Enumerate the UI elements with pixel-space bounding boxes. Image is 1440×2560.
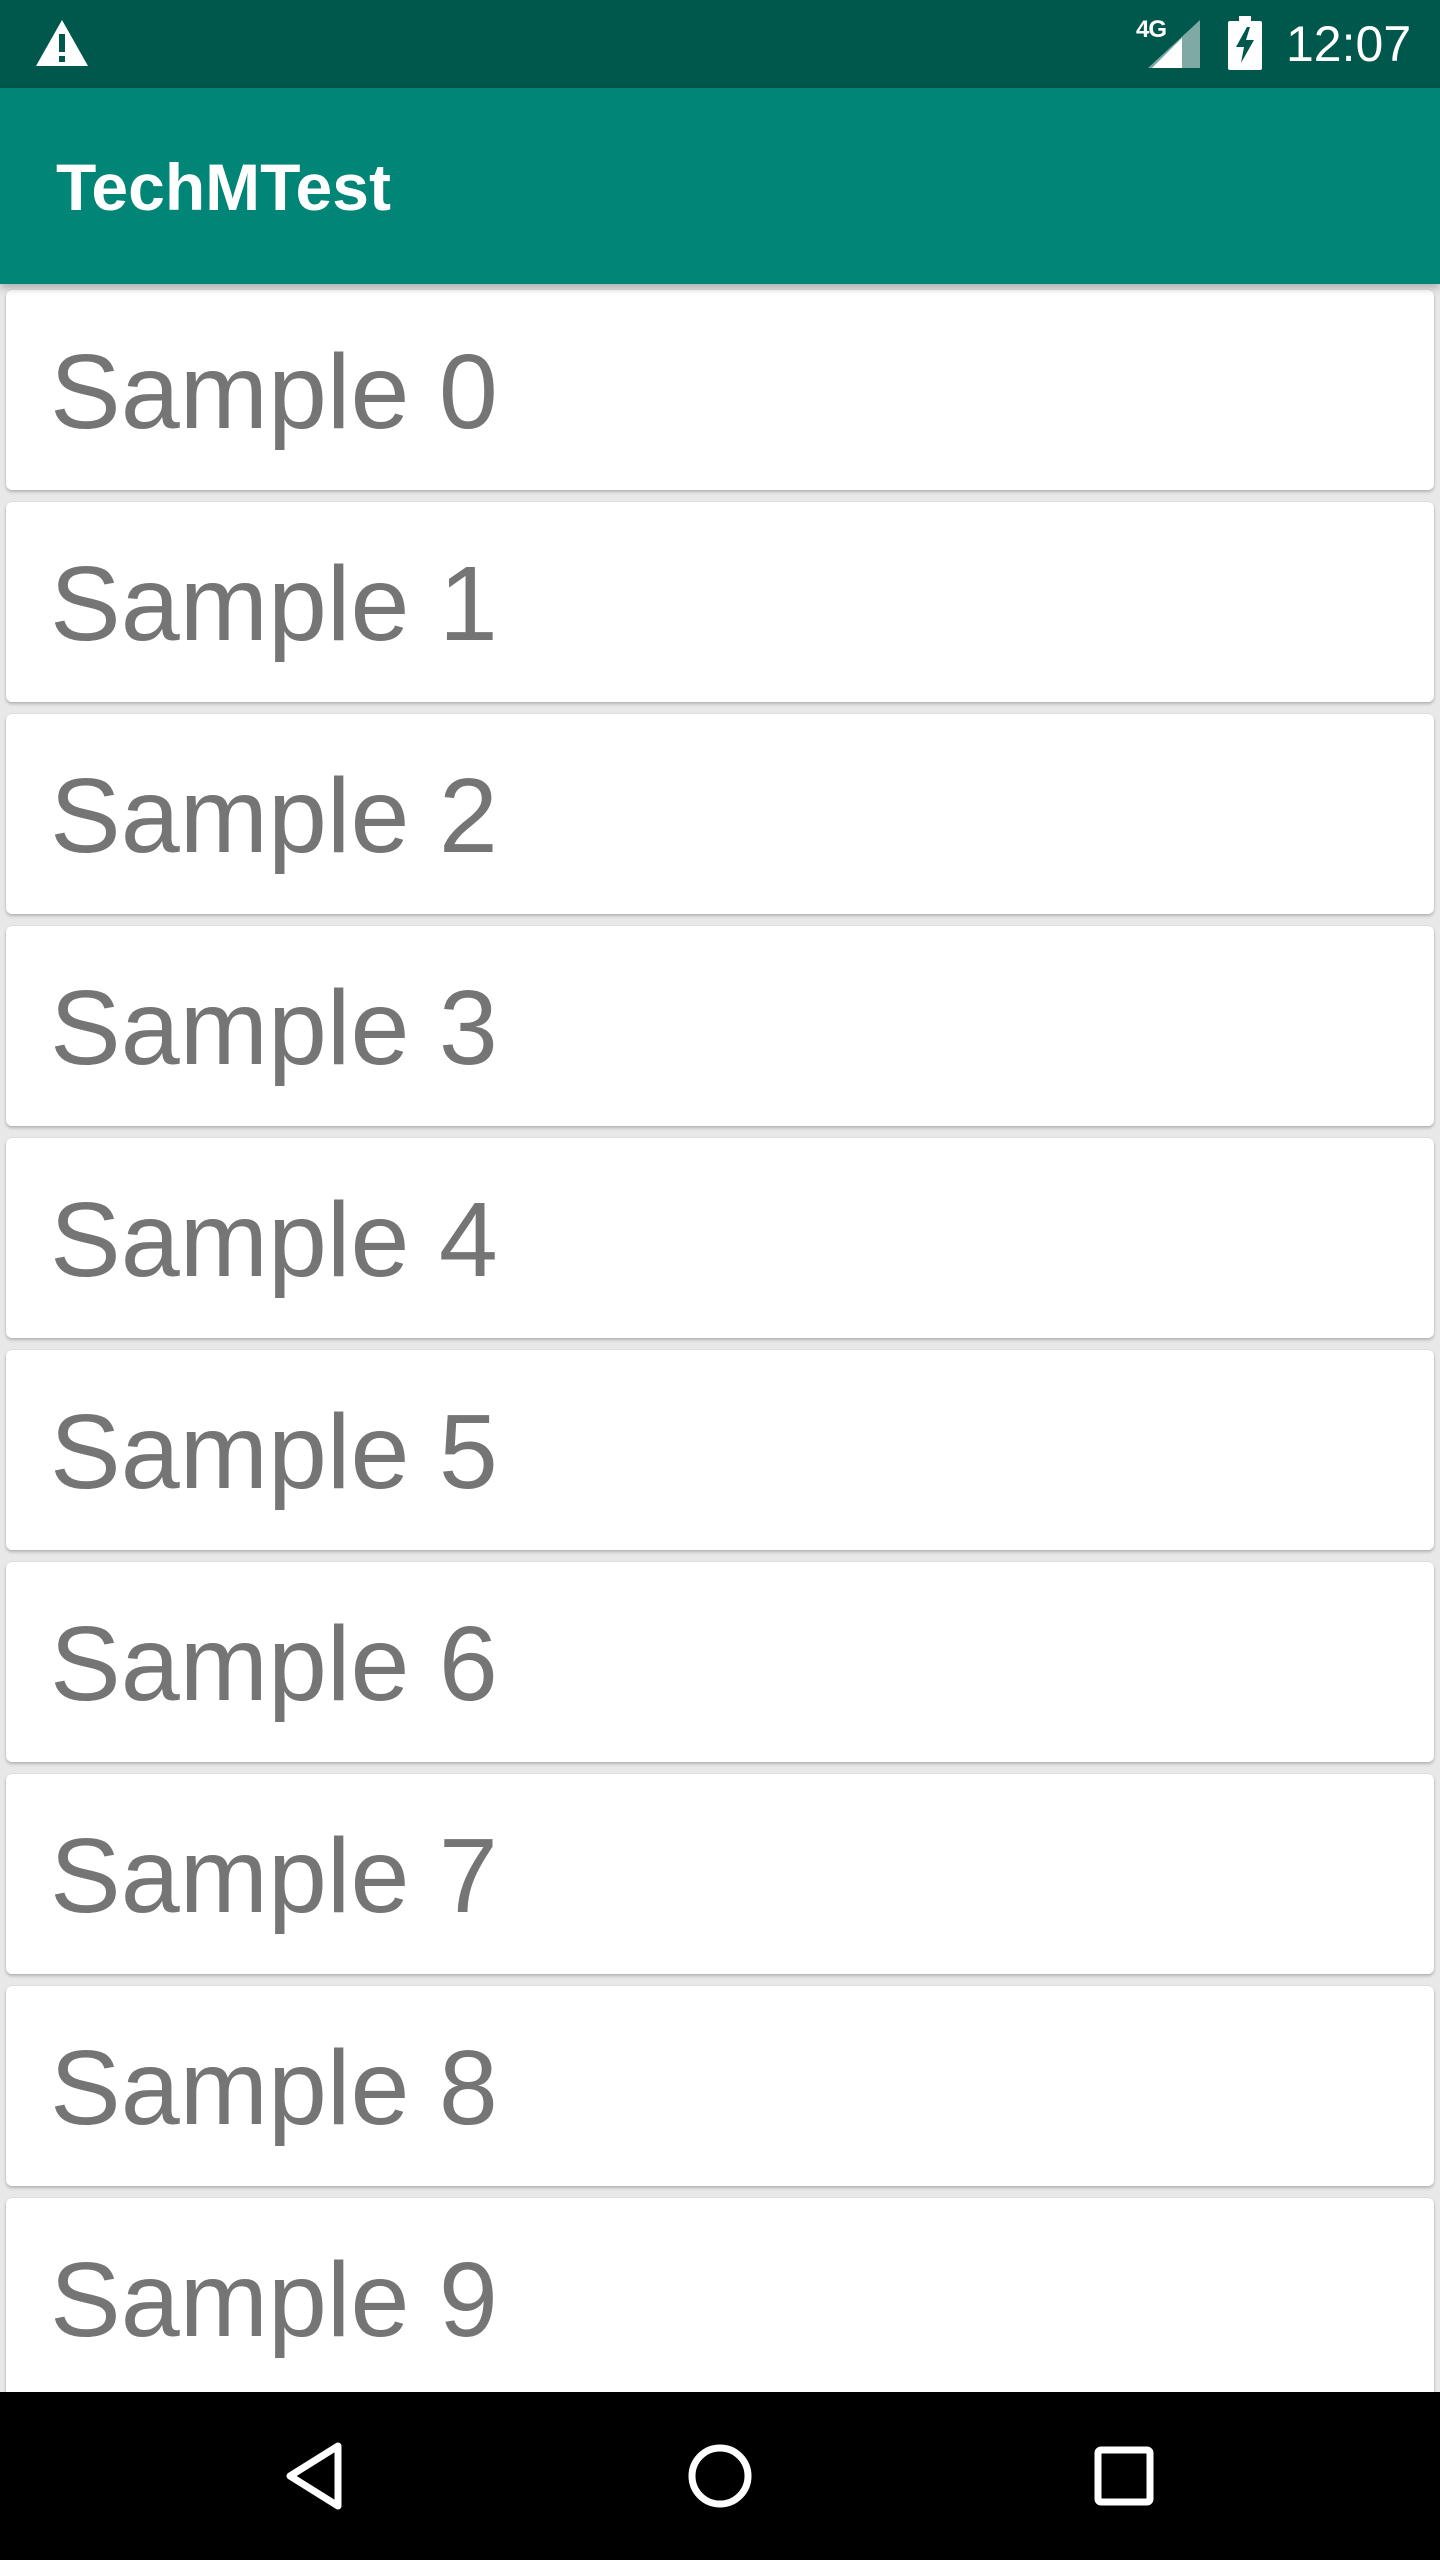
list-item[interactable]: Sample 5 (6, 1350, 1434, 1550)
list-item-label: Sample 5 (50, 1393, 498, 1511)
warning-icon (36, 20, 88, 66)
signal-icon (1148, 20, 1200, 68)
back-icon[interactable] (266, 2426, 366, 2526)
list-item[interactable]: Sample 9 (6, 2198, 1434, 2392)
sample-list[interactable]: Sample 0 Sample 1 Sample 2 Sample 3 Samp… (0, 284, 1440, 2392)
battery-charging-icon (1228, 16, 1262, 70)
screen: 4G 12:07 TechMTest Sample 0 Sample 1 Sam… (0, 0, 1440, 2560)
list-item[interactable]: Sample 1 (6, 502, 1434, 702)
app-bar: TechMTest (0, 88, 1440, 284)
status-clock: 12:07 (1286, 16, 1412, 72)
list-item-label: Sample 1 (50, 545, 498, 663)
home-icon[interactable] (670, 2426, 770, 2526)
list-item-label: Sample 6 (50, 1605, 498, 1723)
list-item-label: Sample 7 (50, 1817, 498, 1935)
list-item[interactable]: Sample 4 (6, 1138, 1434, 1338)
list-item-label: Sample 9 (50, 2241, 498, 2359)
navigation-bar (0, 2392, 1440, 2560)
list-item-label: Sample 0 (50, 333, 498, 451)
list-item[interactable]: Sample 8 (6, 1986, 1434, 2186)
list-item-label: Sample 4 (50, 1181, 498, 1299)
app-title: TechMTest (56, 150, 391, 224)
list-item[interactable]: Sample 7 (6, 1774, 1434, 1974)
list-item[interactable]: Sample 0 (6, 290, 1434, 490)
recents-icon[interactable] (1074, 2426, 1174, 2526)
list-item-label: Sample 3 (50, 969, 498, 1087)
list-item[interactable]: Sample 6 (6, 1562, 1434, 1762)
status-bar: 4G 12:07 (0, 0, 1440, 88)
list-item[interactable]: Sample 3 (6, 926, 1434, 1126)
list-item[interactable]: Sample 2 (6, 714, 1434, 914)
list-item-label: Sample 8 (50, 2029, 498, 2147)
list-item-label: Sample 2 (50, 757, 498, 875)
